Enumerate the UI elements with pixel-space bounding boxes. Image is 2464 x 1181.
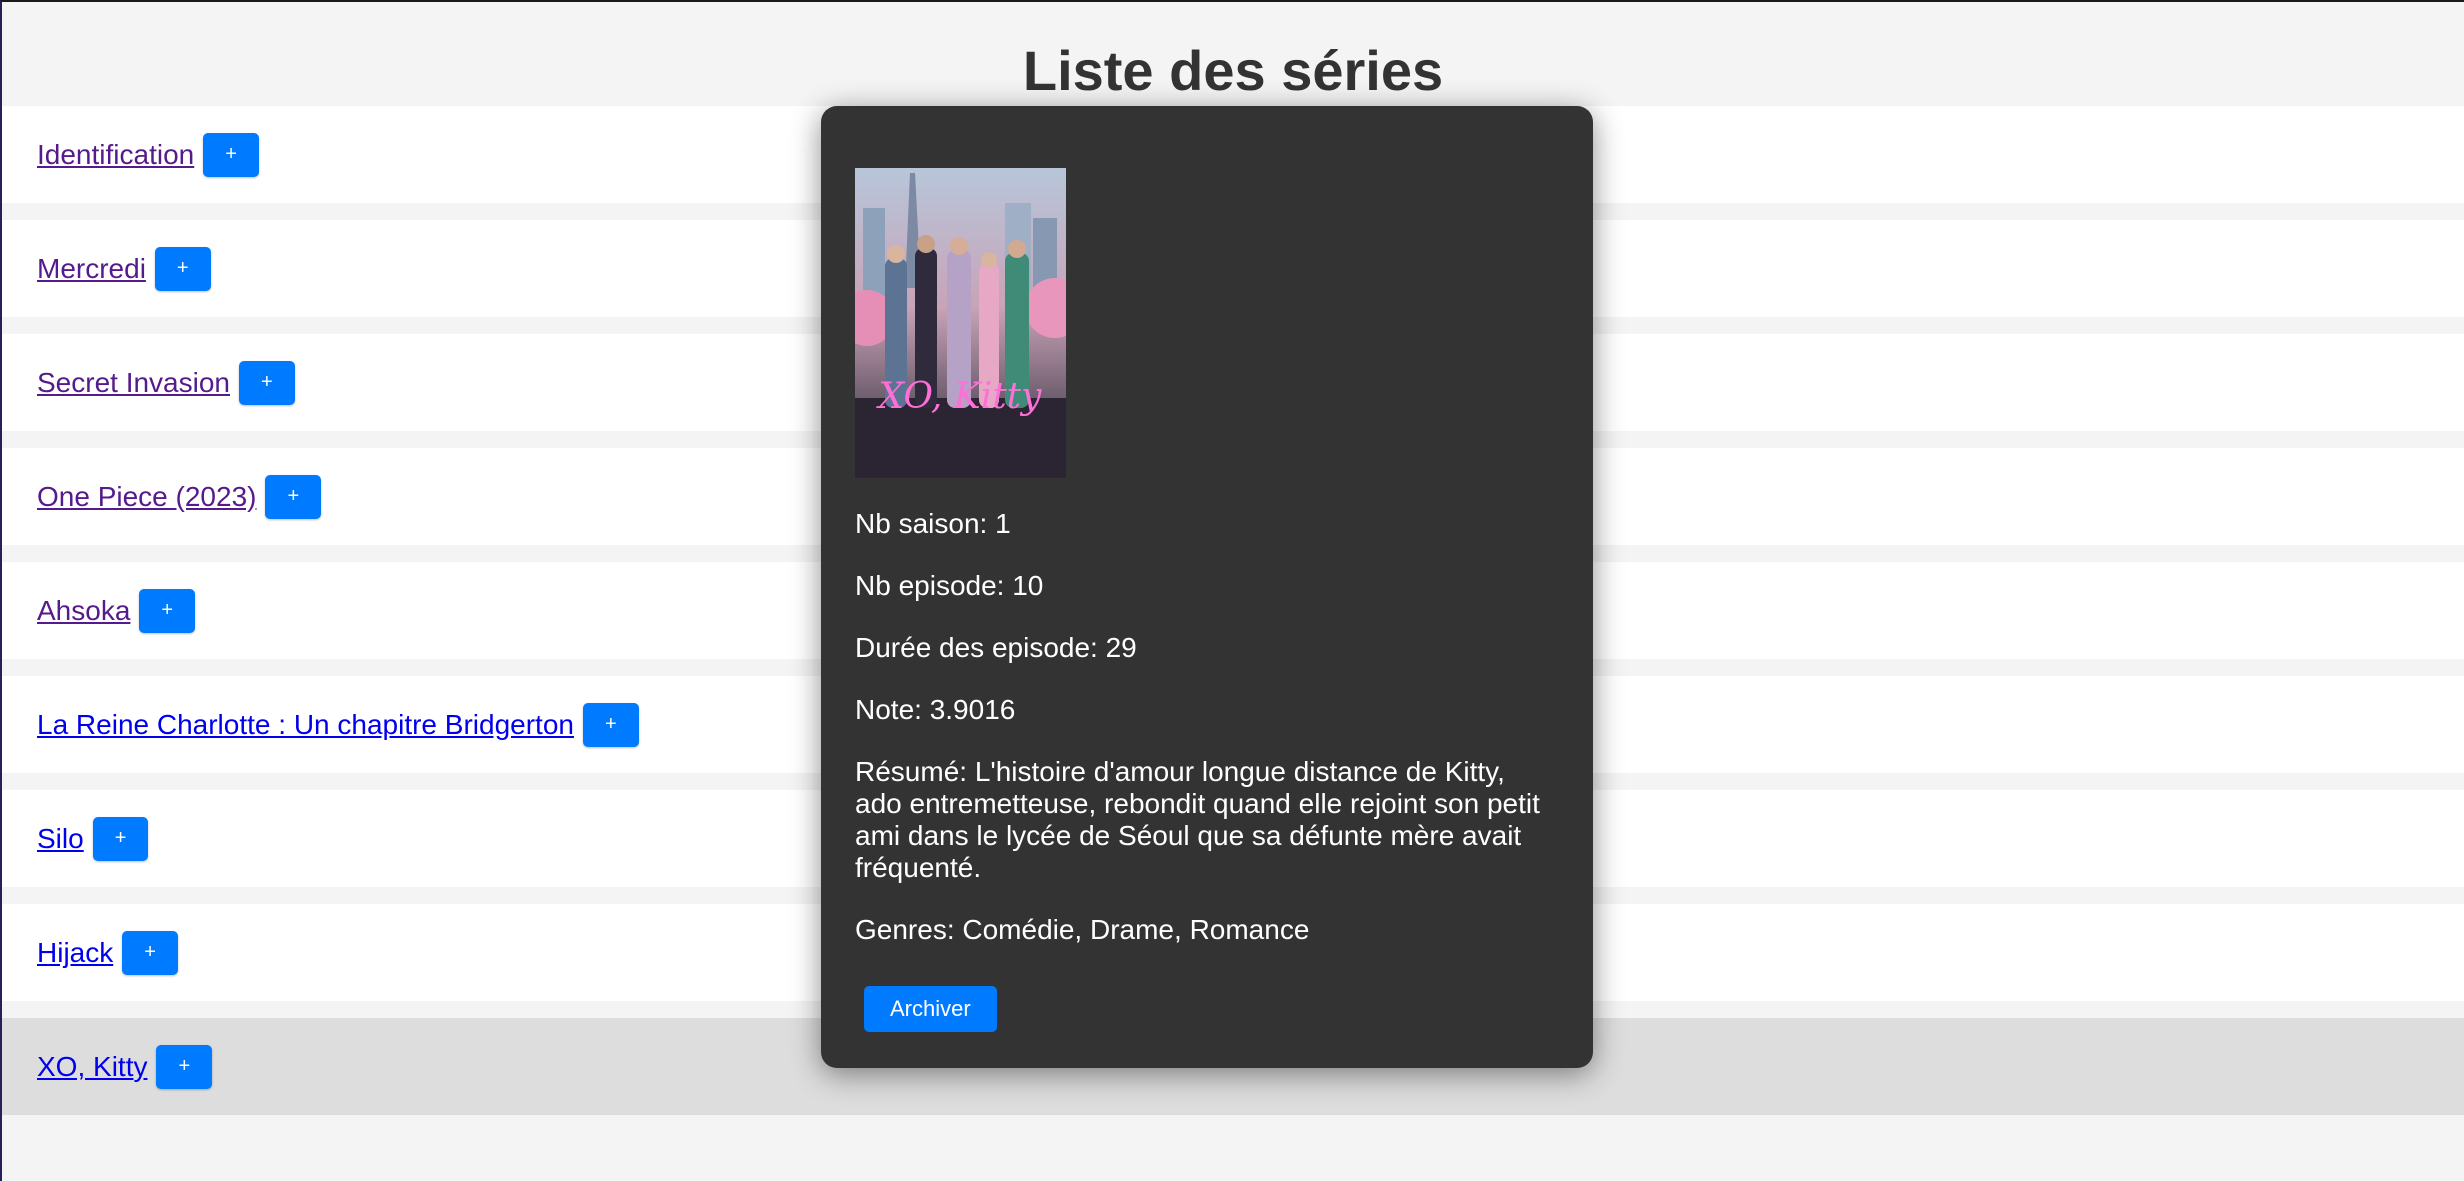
series-link[interactable]: Ahsoka [37,596,130,625]
episodes-text: Nb episode: 10 [855,570,1044,601]
archive-button[interactable]: Archiver [864,986,997,1032]
series-link[interactable]: XO, Kitty [37,1052,147,1081]
series-link[interactable]: Hijack [37,938,113,967]
series-link[interactable]: La Reine Charlotte : Un chapitre Bridger… [37,710,574,739]
add-button[interactable]: + [239,360,295,405]
series-link[interactable]: Mercredi [37,254,146,283]
add-button[interactable]: + [156,1044,213,1089]
add-button[interactable]: + [265,474,322,519]
add-button[interactable]: + [582,702,639,747]
summary-text: Résumé: L'histoire d'amour longue distan… [855,756,1540,883]
add-button[interactable]: + [92,816,149,861]
series-details-modal: XO, Kitty Nb saison: 1 Nb episode: 10 Du… [821,106,1593,1068]
series-link[interactable]: Identification [37,140,194,169]
rating-text: Note: 3.9016 [855,694,1016,725]
seasons-text: Nb saison: 1 [855,508,1011,539]
series-link[interactable]: Silo [37,824,84,853]
add-button[interactable]: + [139,588,196,633]
poster-title: XO, Kitty [876,376,1043,417]
series-link[interactable]: One Piece (2023) [37,482,256,511]
series-poster: XO, Kitty [855,168,1066,478]
add-button[interactable]: + [122,930,178,975]
series-link[interactable]: Secret Invasion [37,368,230,397]
genres-text: Genres: Comédie, Drame, Romance [855,914,1310,945]
duration-text: Durée des episode: 29 [855,632,1137,663]
poster-wrap: XO, Kitty [855,168,1559,478]
page-title: Liste des séries [1022,39,1444,102]
add-button[interactable]: + [154,246,211,291]
add-button[interactable]: + [203,132,259,177]
